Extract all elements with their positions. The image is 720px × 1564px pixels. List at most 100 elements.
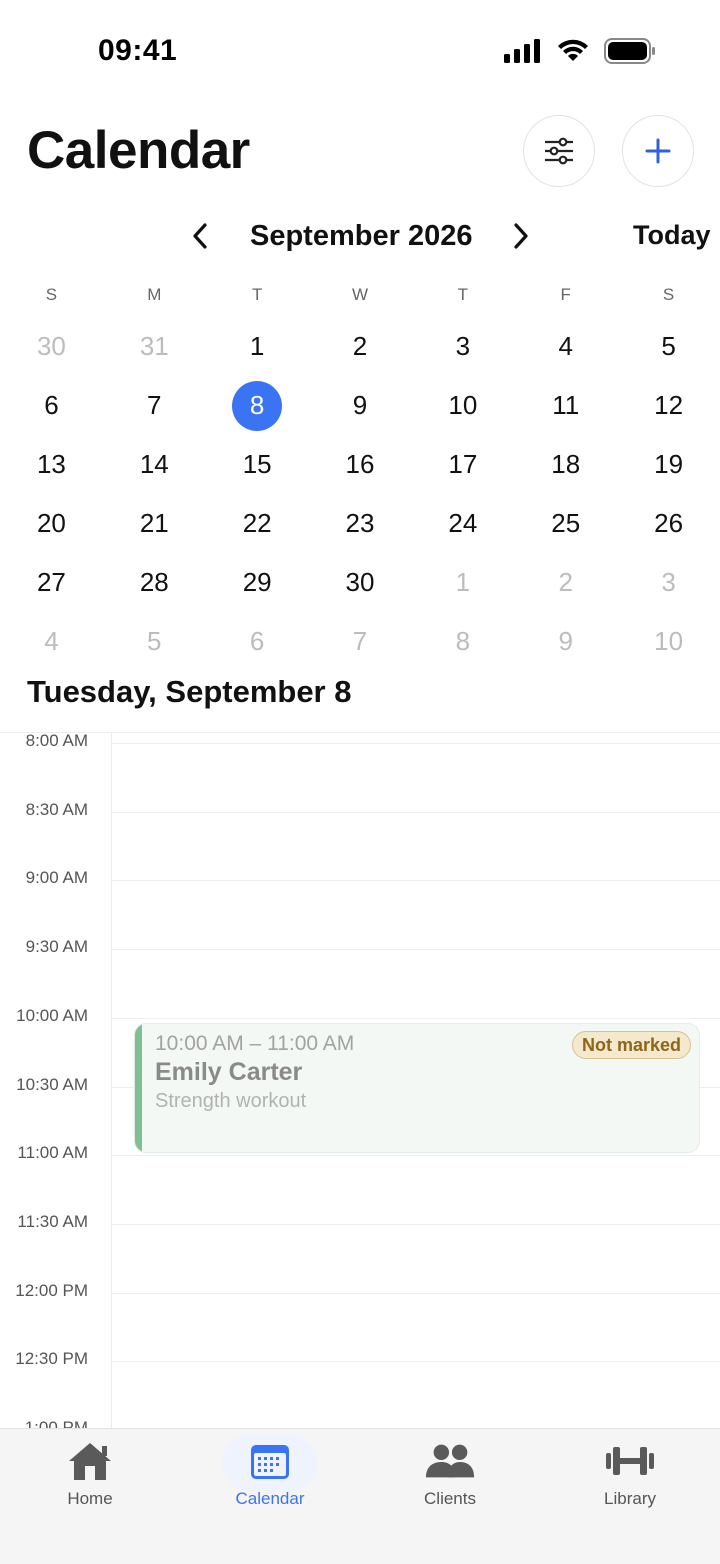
day-cell[interactable]: 5 (617, 317, 720, 376)
day-number: 15 (242, 449, 272, 479)
tab-label: Calendar (235, 1489, 305, 1508)
time-slot-label: 12:30 PM (15, 1349, 88, 1369)
time-slot[interactable]: 12:00 PM (0, 1281, 720, 1352)
day-cell[interactable]: 2 (514, 553, 617, 612)
day-number: 25 (551, 508, 581, 538)
day-number: 7 (352, 626, 368, 656)
time-slot[interactable]: 9:00 AM (0, 868, 720, 939)
day-cell[interactable]: 11 (514, 376, 617, 435)
day-number: 9 (352, 390, 368, 420)
day-cell[interactable]: 20 (0, 494, 103, 553)
tab-label: Clients (424, 1489, 476, 1508)
day-number: 13 (36, 449, 66, 479)
day-cell[interactable]: 31 (103, 317, 206, 376)
day-timeline[interactable]: 8:00 AM 8:30 AM 9:00 AM 9:30 AM 10:00 AM… (0, 732, 720, 1428)
day-cell[interactable]: 28 (103, 553, 206, 612)
day-cell[interactable]: 7 (103, 376, 206, 435)
weekday-label: T (457, 285, 469, 304)
day-cell[interactable]: 3 (617, 553, 720, 612)
day-cell[interactable]: 13 (0, 435, 103, 494)
wifi-icon (558, 39, 588, 61)
tab-library[interactable]: Library (540, 1439, 720, 1519)
time-slot[interactable]: 1:00 PM (0, 1418, 720, 1428)
status-time: 09:41 (98, 34, 178, 67)
event-card[interactable]: 10:00 AM – 11:00 AM Emily Carter Strengt… (134, 1023, 700, 1153)
day-cell[interactable]: 25 (514, 494, 617, 553)
day-number: 6 (44, 390, 59, 420)
day-cell[interactable]: 30 (0, 317, 103, 376)
day-cell[interactable]: 9 (309, 376, 412, 435)
day-cell[interactable]: 6 (0, 376, 103, 435)
time-slot-label: 11:00 AM (17, 1143, 88, 1163)
day-cell[interactable]: 4 (0, 612, 103, 671)
today-button[interactable]: Today (633, 220, 711, 251)
add-button[interactable] (622, 115, 694, 187)
time-slot[interactable]: 12:30 PM (0, 1349, 720, 1420)
filter-button[interactable] (523, 115, 595, 187)
day-number: 1 (249, 331, 265, 361)
event-time-range: 10:00 AM – 11:00 AM (155, 1032, 355, 1055)
time-slot-line (112, 880, 720, 882)
time-slot-label: 10:30 AM (16, 1074, 88, 1094)
day-cell[interactable]: 1 (206, 317, 309, 376)
battery-icon (604, 38, 655, 64)
day-cell[interactable]: 18 (514, 435, 617, 494)
day-number: 6 (249, 626, 265, 656)
tab-home[interactable]: Home (0, 1439, 180, 1519)
day-cell[interactable]: 26 (617, 494, 720, 553)
day-cell[interactable]: 12 (617, 376, 720, 435)
day-cell[interactable]: 8 (411, 612, 514, 671)
day-cell[interactable]: 3 (411, 317, 514, 376)
sliders-icon (545, 137, 573, 165)
day-cell[interactable]: 5 (103, 612, 206, 671)
day-cell[interactable]: 14 (103, 435, 206, 494)
day-cell-selected[interactable]: 8 (206, 376, 309, 435)
selected-day-heading: Tuesday, September 8 (27, 674, 352, 709)
day-number: 19 (654, 449, 684, 479)
day-cell[interactable]: 27 (0, 553, 103, 612)
day-number: 24 (448, 508, 478, 538)
week-row: 20 21 22 23 24 25 26 (0, 494, 720, 553)
day-cell[interactable]: 30 (309, 553, 412, 612)
day-cell[interactable]: 16 (309, 435, 412, 494)
time-slot[interactable]: 8:30 AM (0, 800, 720, 871)
day-cell[interactable]: 21 (103, 494, 206, 553)
week-row: 4 5 6 7 8 9 10 (0, 612, 720, 671)
tab-calendar[interactable]: Calendar (180, 1435, 360, 1519)
tab-label: Library (604, 1489, 656, 1508)
day-cell[interactable]: 29 (206, 553, 309, 612)
time-slot[interactable]: 11:00 AM (0, 1143, 720, 1214)
day-number: 30 (36, 331, 66, 361)
day-cell[interactable]: 10 (411, 376, 514, 435)
time-slot-line (112, 949, 720, 951)
day-cell[interactable]: 10 (617, 612, 720, 671)
time-slot[interactable]: 8:00 AM (0, 733, 720, 802)
day-number: 21 (139, 508, 169, 538)
next-month-button[interactable] (507, 220, 535, 252)
time-slot-label: 8:00 AM (25, 732, 88, 750)
time-slot[interactable]: 9:30 AM (0, 937, 720, 1008)
time-slot-label: 1:00 PM (24, 1418, 88, 1428)
previous-month-button[interactable] (186, 220, 214, 252)
day-cell[interactable]: 22 (206, 494, 309, 553)
day-cell[interactable]: 1 (411, 553, 514, 612)
day-cell[interactable]: 4 (514, 317, 617, 376)
day-number: 28 (139, 567, 169, 597)
day-cell[interactable]: 24 (411, 494, 514, 553)
home-icon (64, 1439, 116, 1483)
day-cell[interactable]: 6 (206, 612, 309, 671)
day-cell[interactable]: 2 (309, 317, 412, 376)
tab-clients[interactable]: Clients (360, 1439, 540, 1519)
day-cell[interactable]: 15 (206, 435, 309, 494)
day-number: 9 (558, 626, 573, 656)
status-bar: 09:41 (0, 0, 720, 100)
clients-icon (424, 1439, 476, 1483)
day-cell[interactable]: 9 (514, 612, 617, 671)
day-cell[interactable]: 17 (411, 435, 514, 494)
time-slot-label: 10:00 AM (16, 1005, 88, 1025)
day-cell[interactable]: 19 (617, 435, 720, 494)
time-slot[interactable]: 11:30 AM (0, 1212, 720, 1283)
day-cell[interactable]: 23 (309, 494, 412, 553)
time-slot-line (112, 1155, 720, 1157)
day-cell[interactable]: 7 (309, 612, 412, 671)
